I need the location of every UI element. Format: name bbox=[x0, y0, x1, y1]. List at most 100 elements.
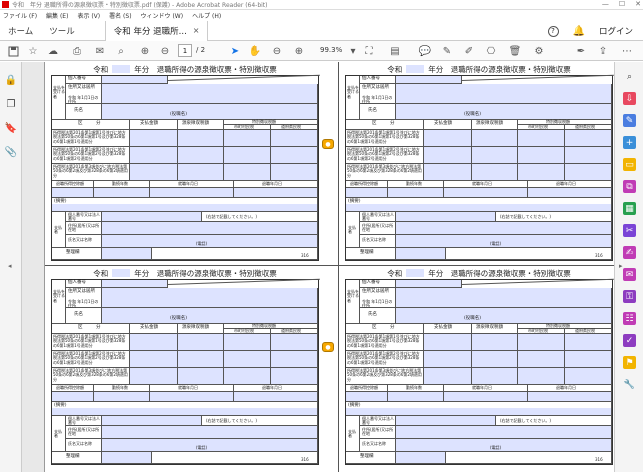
pages-thumbnail-icon[interactable]: ❐ bbox=[5, 98, 17, 110]
employment-date-field[interactable] bbox=[150, 188, 234, 198]
pref-tax-3-field[interactable] bbox=[271, 368, 318, 385]
zoom-in-icon[interactable]: ⊕ bbox=[292, 44, 306, 58]
pref-tax-1-field[interactable] bbox=[271, 130, 318, 147]
bookmark-icon[interactable]: 🔖 bbox=[5, 122, 17, 134]
income-tax-3-field[interactable] bbox=[472, 164, 518, 181]
pay-amount-1-field[interactable] bbox=[130, 130, 178, 147]
ledger-field-1[interactable] bbox=[396, 248, 446, 260]
bell-icon[interactable]: 🔔 bbox=[573, 26, 585, 37]
share-icon[interactable]: ⇪ bbox=[596, 44, 610, 58]
address-field[interactable] bbox=[102, 84, 318, 104]
prepare-form-icon[interactable]: ☷ bbox=[623, 312, 636, 325]
print-icon[interactable]: ⎙ bbox=[70, 44, 84, 58]
payer-name-field[interactable]: (電話) bbox=[102, 439, 318, 452]
year-field[interactable] bbox=[112, 65, 131, 73]
city-tax-2-field[interactable] bbox=[518, 147, 565, 164]
pref-tax-2-field[interactable] bbox=[271, 147, 318, 164]
pref-tax-3-field[interactable] bbox=[565, 164, 612, 181]
tab-home[interactable]: ホーム bbox=[0, 25, 41, 37]
years-field[interactable] bbox=[388, 188, 444, 198]
income-tax-1-field[interactable] bbox=[178, 334, 224, 351]
comment-note-icon[interactable]: ● bbox=[322, 342, 334, 352]
highlight-pen-icon[interactable]: ✎ bbox=[440, 44, 454, 58]
pay-amount-2-field[interactable] bbox=[130, 351, 178, 368]
lock-icon[interactable]: 🔒 bbox=[5, 74, 17, 86]
retire-date-field[interactable] bbox=[528, 392, 612, 402]
income-tax-2-field[interactable] bbox=[472, 147, 518, 164]
employment-date-field[interactable] bbox=[444, 392, 528, 402]
payer-address-field[interactable] bbox=[396, 222, 612, 235]
pay-amount-2-field[interactable] bbox=[424, 351, 472, 368]
send-sign-icon[interactable]: ✉ bbox=[623, 268, 636, 281]
city-tax-1-field[interactable] bbox=[518, 334, 565, 351]
pay-amount-1-field[interactable] bbox=[424, 334, 472, 351]
years-field[interactable] bbox=[388, 392, 444, 402]
memo-field[interactable] bbox=[52, 204, 317, 211]
city-tax-3-field[interactable] bbox=[224, 164, 271, 181]
fit-page-icon[interactable]: ⛶ bbox=[362, 44, 376, 58]
pref-tax-1-field[interactable] bbox=[565, 334, 612, 351]
collapse-left-icon[interactable]: ◂ bbox=[8, 262, 12, 270]
deduction-field[interactable] bbox=[346, 188, 388, 198]
menu-window[interactable]: ウィンドウ (W) bbox=[141, 11, 184, 20]
certificates-icon[interactable]: ✓ bbox=[623, 334, 636, 347]
bookmark-star-icon[interactable]: ☆ bbox=[26, 44, 40, 58]
scroll-mode-icon[interactable]: ▤ bbox=[388, 44, 402, 58]
payer-number-field[interactable] bbox=[396, 212, 496, 222]
retire-date-field[interactable] bbox=[528, 188, 612, 198]
employment-date-field[interactable] bbox=[150, 392, 234, 402]
mail-icon[interactable]: ✉ bbox=[93, 44, 107, 58]
pay-amount-2-field[interactable] bbox=[130, 147, 178, 164]
tab-document[interactable]: 令和 年分 退職所... × bbox=[104, 20, 209, 41]
menu-edit[interactable]: 編集 (E) bbox=[46, 11, 68, 20]
payer-address-field[interactable] bbox=[396, 426, 612, 439]
save-icon[interactable] bbox=[6, 44, 20, 58]
attachment-icon[interactable]: 📎 bbox=[5, 146, 17, 158]
zoom-dropdown-icon[interactable]: ▾ bbox=[346, 44, 360, 58]
pref-tax-2-field[interactable] bbox=[565, 351, 612, 368]
login-button[interactable]: ログイン bbox=[599, 25, 633, 37]
menu-view[interactable]: 表示 (V) bbox=[77, 11, 100, 20]
hand-tool-icon[interactable]: ✋ bbox=[248, 44, 262, 58]
settings-icon[interactable]: ⚙ bbox=[532, 44, 546, 58]
income-tax-1-field[interactable] bbox=[472, 130, 518, 147]
redact-icon[interactable]: ✂ bbox=[623, 224, 636, 237]
ledger-field-1[interactable] bbox=[396, 452, 446, 464]
my-number-field[interactable] bbox=[396, 76, 462, 84]
pref-tax-1-field[interactable] bbox=[565, 130, 612, 147]
memo-field[interactable] bbox=[52, 408, 317, 415]
address-field[interactable] bbox=[102, 288, 318, 308]
payer-name-field[interactable]: (電話) bbox=[396, 235, 612, 248]
name-field[interactable]: (役職名) bbox=[102, 104, 318, 120]
search-icon[interactable]: ⌕ bbox=[623, 70, 636, 83]
year-field[interactable] bbox=[406, 269, 425, 277]
city-tax-1-field[interactable] bbox=[518, 130, 565, 147]
pay-amount-2-field[interactable] bbox=[424, 147, 472, 164]
pref-tax-2-field[interactable] bbox=[271, 351, 318, 368]
income-tax-3-field[interactable] bbox=[472, 368, 518, 385]
upload-cloud-icon[interactable]: ☁ bbox=[46, 44, 60, 58]
deduction-field[interactable] bbox=[52, 392, 94, 402]
name-field[interactable]: (役職名) bbox=[396, 104, 612, 120]
city-tax-3-field[interactable] bbox=[224, 368, 271, 385]
payer-name-field[interactable]: (電話) bbox=[396, 439, 612, 452]
zoom-level[interactable]: 99.3% bbox=[320, 46, 342, 54]
name-field[interactable]: (役職名) bbox=[102, 308, 318, 324]
comment-tool-icon[interactable]: ▭ bbox=[623, 158, 636, 171]
city-tax-1-field[interactable] bbox=[224, 334, 271, 351]
memo-field[interactable] bbox=[346, 408, 611, 415]
edit-pdf-icon[interactable]: ✎ bbox=[623, 114, 636, 127]
years-field[interactable] bbox=[94, 392, 150, 402]
address-field[interactable] bbox=[396, 84, 612, 104]
collapse-right-icon[interactable]: ▸ bbox=[619, 262, 623, 270]
minimize-button[interactable]: — bbox=[602, 0, 609, 8]
more-tools-wrench-icon[interactable]: 🔧 bbox=[623, 378, 636, 391]
years-field[interactable] bbox=[94, 188, 150, 198]
pref-tax-1-field[interactable] bbox=[271, 334, 318, 351]
my-number-field[interactable] bbox=[396, 280, 462, 288]
page-up-icon[interactable]: ⊕ bbox=[138, 44, 152, 58]
pay-amount-3-field[interactable] bbox=[130, 368, 178, 385]
stamp-tool-icon[interactable]: ⚑ bbox=[623, 356, 636, 369]
income-tax-3-field[interactable] bbox=[178, 368, 224, 385]
retire-date-field[interactable] bbox=[234, 392, 318, 402]
